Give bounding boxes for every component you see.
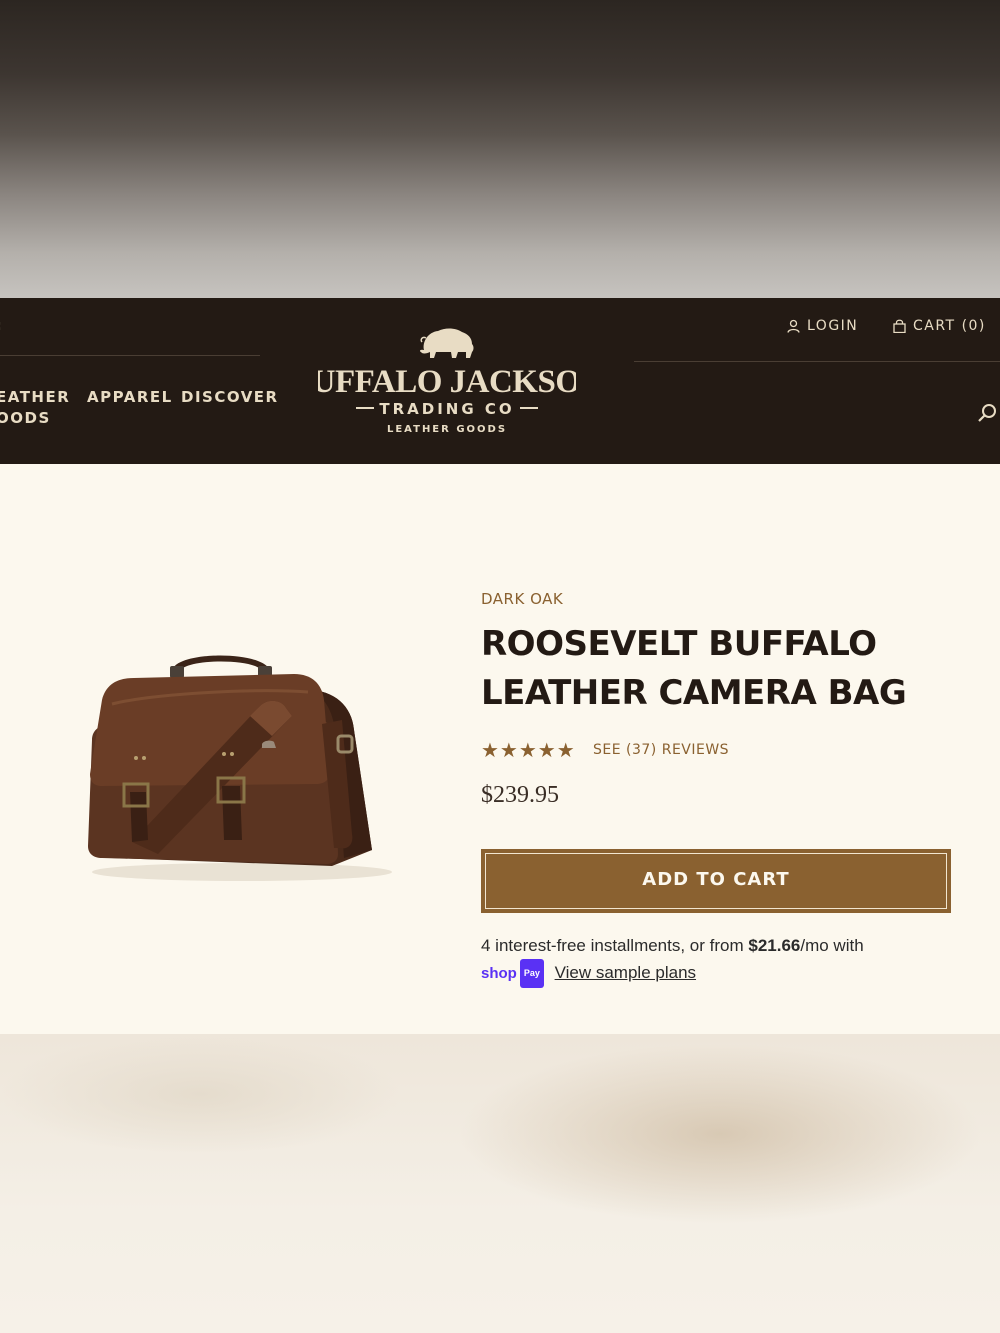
site-header: : EATHER OODS APPAREL DISCOVER BUFFALO J… bbox=[0, 298, 1000, 464]
shop-pay-badge: Pay bbox=[519, 959, 544, 989]
nav-leather-goods[interactable]: EATHER OODS bbox=[0, 387, 70, 429]
see-reviews-link[interactable]: SEE (37) REVIEWS bbox=[593, 742, 729, 758]
search-icon[interactable] bbox=[976, 402, 998, 424]
installments-amount: $21.66 bbox=[748, 936, 801, 955]
cart-label: CART (0) bbox=[913, 318, 986, 334]
header-cutoff-glyph: : bbox=[0, 318, 2, 334]
shop-pay-logo: shop Pay bbox=[481, 959, 544, 989]
installments-prefix: 4 interest-free installments, or from bbox=[481, 936, 749, 955]
installments-suffix: /mo with bbox=[800, 936, 864, 955]
logo-tagline: LEATHER GOODS bbox=[387, 424, 507, 435]
buffalo-jackson-logo[interactable]: BUFFALO JACKSON TRADING CO LEATHER GOODS bbox=[318, 322, 576, 440]
nav-apparel[interactable]: APPAREL bbox=[87, 387, 173, 408]
header-divider-left bbox=[0, 355, 260, 356]
product-image-camera-bag[interactable] bbox=[72, 644, 394, 884]
product-price: $239.95 bbox=[481, 782, 559, 808]
logo-wordmark: BUFFALO JACKSON bbox=[318, 364, 576, 400]
view-sample-plans-link[interactable]: View sample plans bbox=[555, 963, 696, 982]
login-label: LOGIN bbox=[807, 318, 859, 334]
product-title: ROOSEVELT BUFFALO LEATHER CAMERA BAG bbox=[481, 624, 907, 713]
buffalo-icon bbox=[420, 328, 474, 358]
login-link[interactable]: LOGIN bbox=[787, 318, 858, 334]
add-to-cart-button[interactable]: ADD TO CART bbox=[481, 849, 951, 913]
blurred-hero-background bbox=[0, 0, 1000, 298]
product-section: DARK OAK ROOSEVELT BUFFALO LEATHER CAMER… bbox=[0, 464, 1000, 1034]
shop-pay-word: shop bbox=[481, 965, 517, 983]
installments-message: 4 interest-free installments, or from $2… bbox=[481, 932, 951, 989]
header-divider-right bbox=[634, 361, 1000, 362]
blurred-content-below bbox=[0, 1034, 1000, 1333]
rating-stars: ★★★★★ bbox=[481, 740, 576, 762]
user-icon bbox=[787, 319, 800, 333]
nav-discover[interactable]: DISCOVER bbox=[181, 387, 279, 408]
add-to-cart-label: ADD TO CART bbox=[642, 869, 790, 890]
logo-subline: TRADING CO bbox=[379, 400, 514, 418]
product-variant: DARK OAK bbox=[481, 590, 564, 608]
cart-link[interactable]: CART (0) bbox=[893, 318, 986, 334]
shopping-bag-icon bbox=[893, 319, 906, 333]
